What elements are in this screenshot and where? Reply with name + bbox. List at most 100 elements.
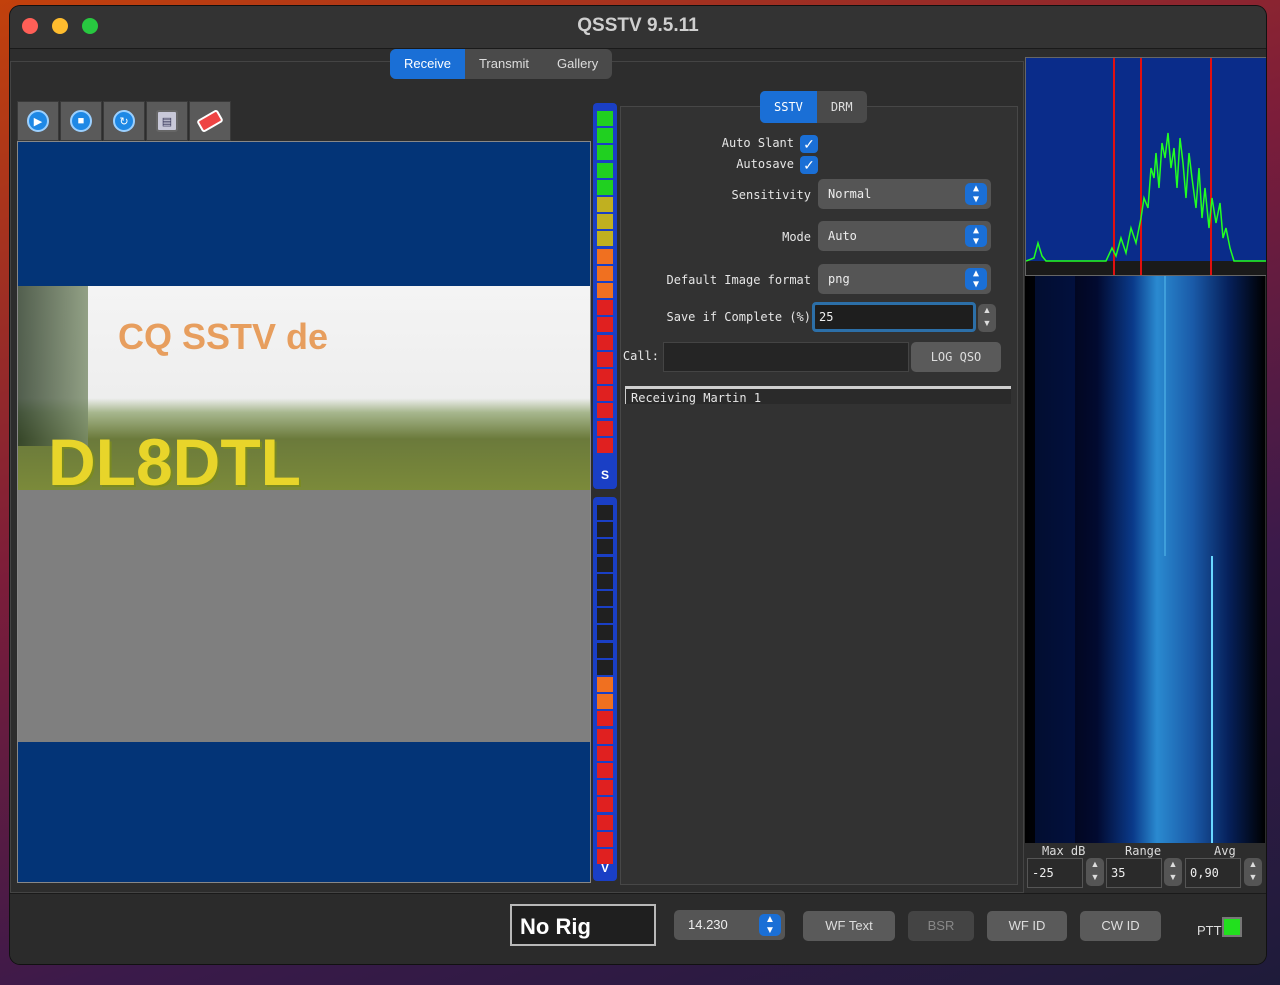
meter-segment <box>597 780 613 796</box>
image-unreceived-area <box>18 490 590 742</box>
start-button[interactable]: ▶ <box>17 101 59 141</box>
image-overlay-call: DL8DTL <box>48 425 301 490</box>
meter-segment <box>597 797 613 813</box>
meter-segment <box>597 608 613 624</box>
save-complete-stepper[interactable]: ▲ ▼ <box>978 304 996 332</box>
meter-segment <box>597 265 613 281</box>
mode-value: Auto <box>828 229 857 243</box>
log-qso-button[interactable]: LOG QSO <box>911 342 1001 372</box>
image-format-select[interactable]: png ▲ ▼ <box>818 264 991 294</box>
spectrum-display <box>1025 57 1266 276</box>
signal-meter-label: S <box>600 468 609 482</box>
tab-drm[interactable]: DRM <box>817 91 867 123</box>
meter-segment <box>597 403 613 419</box>
eraser-icon <box>196 108 224 134</box>
status-line: Receiving Martin 1 <box>625 386 1011 405</box>
image-format-value: png <box>828 272 850 286</box>
meter-segment <box>597 831 613 847</box>
meter-segment <box>597 128 613 144</box>
updown-chevron-icon: ▲ ▼ <box>759 914 781 936</box>
updown-chevron-icon: ▲ ▼ <box>965 183 987 205</box>
save-button[interactable]: ▤ <box>146 101 188 141</box>
spectrum-graph <box>1025 58 1266 275</box>
volume-meter: V <box>593 497 617 881</box>
sensitivity-label: Sensitivity <box>731 188 811 202</box>
sensitivity-select[interactable]: Normal ▲ ▼ <box>818 179 991 209</box>
wf-text-button[interactable]: WF Text <box>803 911 895 941</box>
resync-button[interactable]: ↻ <box>103 101 145 141</box>
call-label: Call: <box>622 349 659 363</box>
meter-segment <box>597 522 613 538</box>
range-input[interactable]: 35 <box>1106 858 1162 888</box>
max-db-stepper[interactable]: ▲ ▼ <box>1086 858 1104 886</box>
title-bar: QSSTV 9.5.11 <box>10 6 1266 49</box>
meter-segment <box>597 642 613 658</box>
meter-segment <box>597 283 613 298</box>
frequency-select[interactable]: 14.230 ▲ ▼ <box>674 910 785 940</box>
meter-segment <box>597 505 613 520</box>
signal-meter: S <box>593 103 617 489</box>
bsr-button[interactable]: BSR <box>908 911 974 941</box>
autosave-label: Autosave <box>736 157 794 171</box>
meter-segment <box>597 248 613 264</box>
auto-slant-label: Auto Slant <box>721 136 794 150</box>
max-db-label: Max dB <box>1042 844 1086 858</box>
meter-segment <box>597 214 613 230</box>
mode-label: Mode <box>782 230 811 244</box>
avg-input[interactable]: 0,90 <box>1185 858 1241 888</box>
max-db-input[interactable]: -25 <box>1027 858 1083 888</box>
meter-segment <box>597 420 613 436</box>
save-complete-label: Save if Complete (%) <box>666 310 812 324</box>
wf-id-button[interactable]: WF ID <box>987 911 1067 941</box>
erase-button[interactable] <box>189 101 231 141</box>
avg-stepper[interactable]: ▲ ▼ <box>1244 858 1262 886</box>
meter-segment <box>597 334 613 350</box>
meter-segment <box>597 369 613 384</box>
cw-id-button[interactable]: CW ID <box>1080 911 1161 941</box>
stop-icon: ■ <box>70 110 92 132</box>
meter-segment <box>597 197 613 212</box>
meter-segment <box>597 556 613 572</box>
meter-segment <box>597 849 613 864</box>
call-input[interactable] <box>663 342 909 372</box>
meter-segment <box>597 162 613 178</box>
stop-button[interactable]: ■ <box>60 101 102 141</box>
autosave-checkbox[interactable]: ✓ <box>800 156 818 174</box>
app-window: QSSTV 9.5.11 Receive Transmit Gallery ▶ … <box>10 6 1266 964</box>
meter-segment <box>597 179 613 195</box>
avg-label: Avg <box>1214 844 1236 858</box>
meter-segment <box>597 300 613 316</box>
image-overlay-cq: CQ SSTV de <box>118 316 329 357</box>
mode-select[interactable]: Auto ▲ ▼ <box>818 221 991 251</box>
meter-segment <box>597 745 613 761</box>
meter-segment <box>597 591 613 606</box>
tab-sstv[interactable]: SSTV <box>760 91 817 123</box>
range-stepper[interactable]: ▲ ▼ <box>1164 858 1182 886</box>
save-complete-input[interactable]: 25 <box>812 302 976 332</box>
meter-segment <box>597 111 613 126</box>
received-image: CQ SSTV de DL8DTL <box>18 286 590 490</box>
meter-segment <box>597 351 613 367</box>
range-label: Range <box>1125 844 1162 858</box>
waterfall-controls: Max dB Range Avg -25 ▲ ▼ 35 ▲ ▼ 0,90 ▲ ▼ <box>1025 844 1265 894</box>
meter-segment <box>597 317 613 333</box>
sensitivity-value: Normal <box>828 187 872 201</box>
tab-receive[interactable]: Receive <box>390 49 465 79</box>
meter-segment <box>597 386 613 402</box>
meter-segment <box>597 711 613 727</box>
meter-segment <box>597 539 613 555</box>
waterfall-display <box>1025 276 1265 843</box>
auto-slant-checkbox[interactable]: ✓ <box>800 135 818 153</box>
tab-transmit[interactable]: Transmit <box>465 49 543 79</box>
meter-segment <box>597 231 613 247</box>
updown-chevron-icon: ▲ ▼ <box>965 225 987 247</box>
waterfall-graph <box>1025 276 1265 843</box>
image-tree <box>18 286 88 446</box>
mode-tabs: SSTV DRM <box>760 91 867 123</box>
frequency-value: 14.230 <box>688 917 728 932</box>
tab-gallery[interactable]: Gallery <box>543 49 612 79</box>
play-icon: ▶ <box>27 110 49 132</box>
receive-toolbar: ▶ ■ ↻ ▤ <box>17 101 231 141</box>
meter-segment <box>597 814 613 830</box>
save-icon: ▤ <box>156 110 178 132</box>
